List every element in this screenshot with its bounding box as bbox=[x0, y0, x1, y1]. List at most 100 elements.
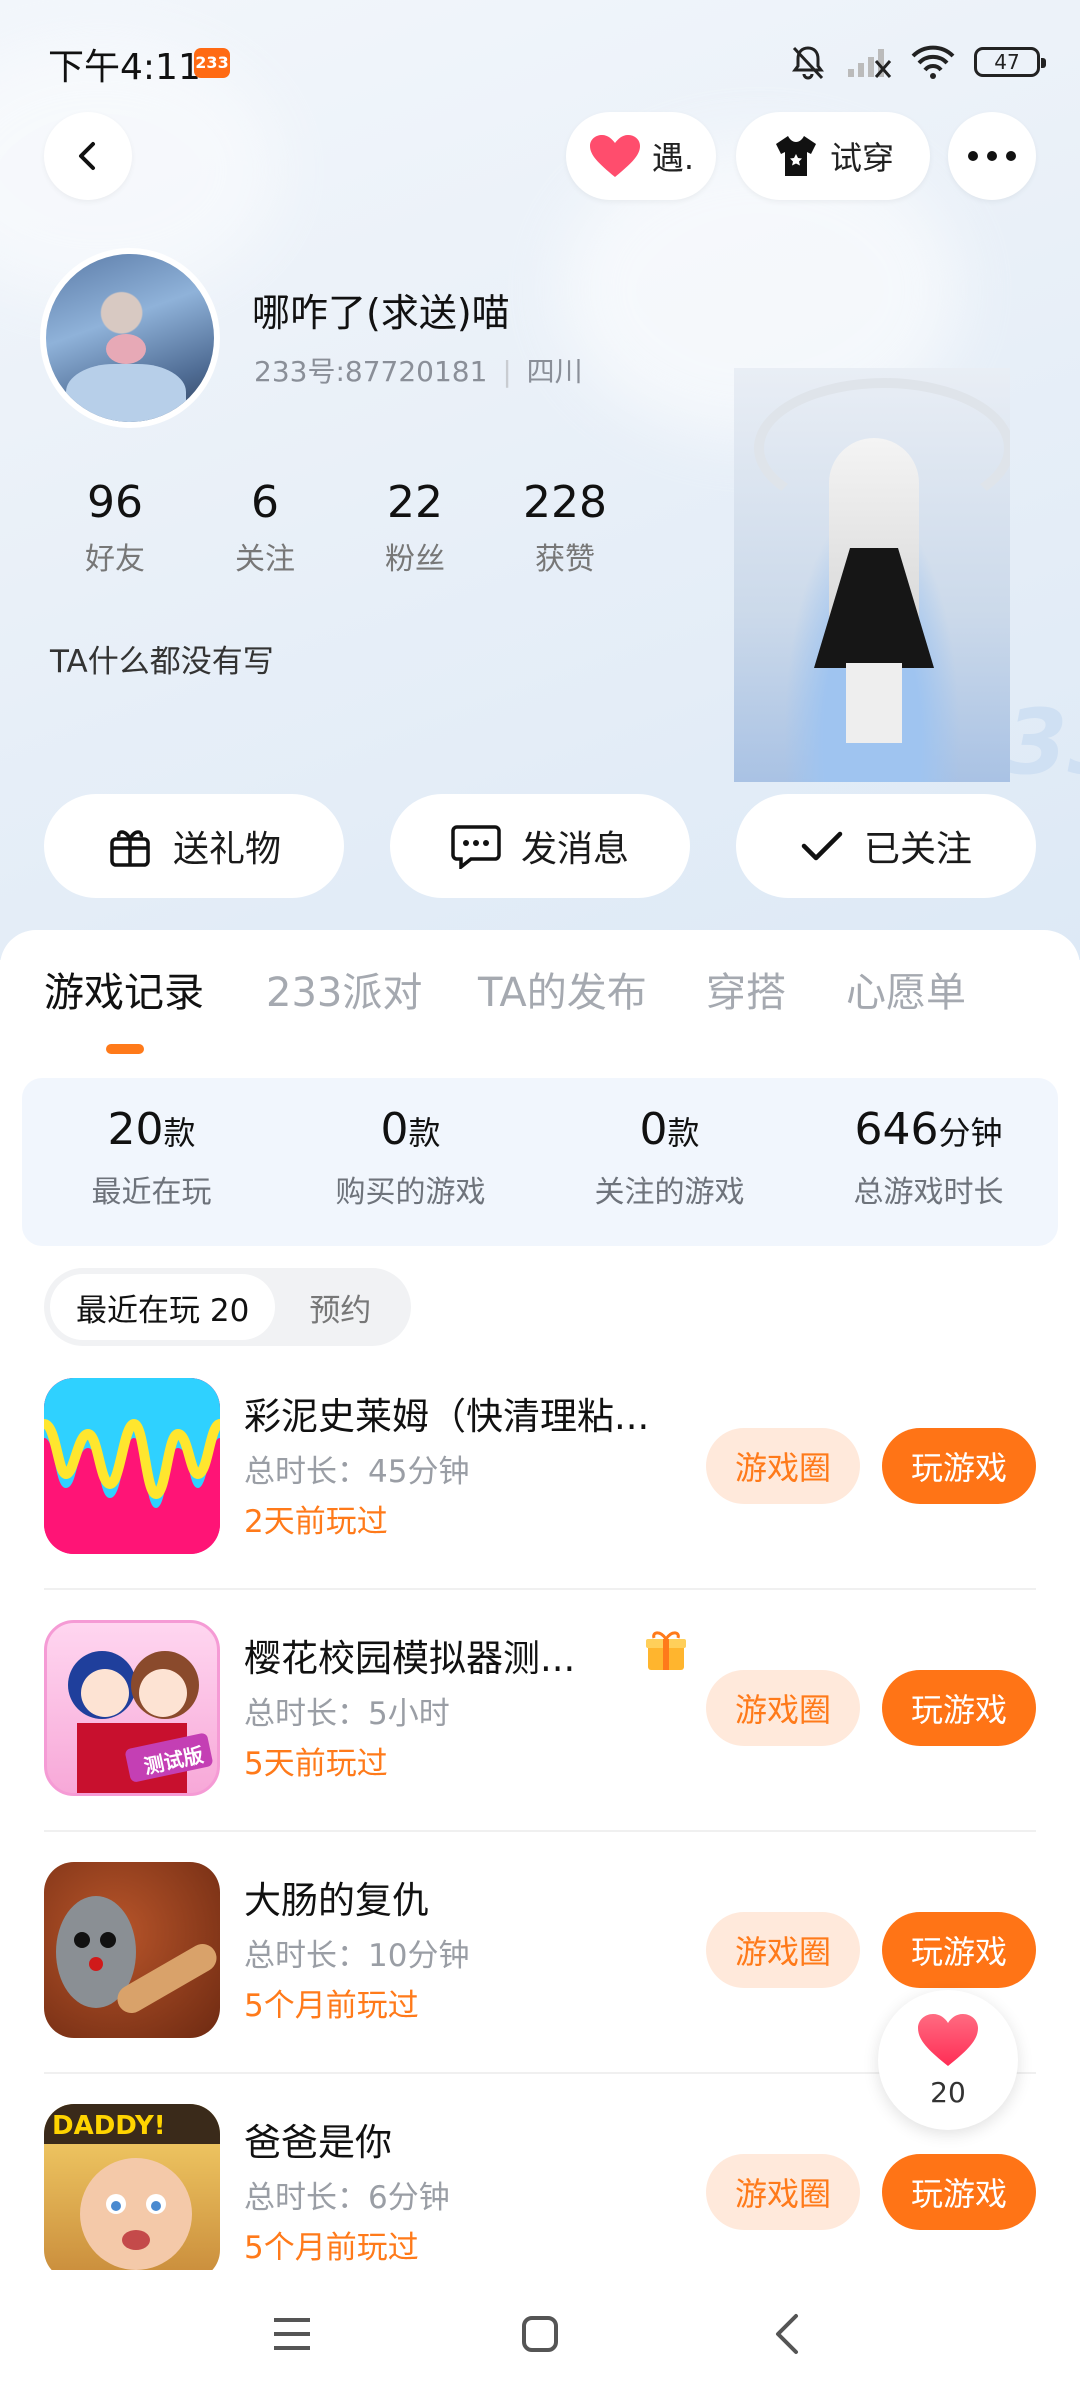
encounter-button[interactable]: 遇. bbox=[566, 112, 716, 200]
status-time: 下午4:11 bbox=[48, 47, 201, 88]
game-title: 樱花校园模拟器测... bbox=[244, 1637, 576, 1680]
game-icon[interactable] bbox=[44, 1378, 220, 1554]
gift-icon bbox=[110, 830, 150, 867]
summary-total-time[interactable]: 646分钟 总游戏时长 bbox=[799, 1078, 1058, 1246]
game-list-item[interactable]: 彩泥史莱姆（快清理粘... 总时长：45分钟 2天前玩过 游戏圈 玩游戏 bbox=[0, 1378, 1080, 1608]
game-title: 大肠的复仇 bbox=[244, 1879, 429, 1922]
game-last-played: 5个月前玩过 bbox=[244, 2230, 419, 2266]
play-game-button[interactable]: 玩游戏 bbox=[882, 2154, 1036, 2230]
play-game-button[interactable]: 玩游戏 bbox=[882, 1428, 1036, 1504]
try-on-label: 试穿 bbox=[829, 139, 894, 177]
back-nav-icon[interactable] bbox=[772, 2312, 802, 2356]
avatar-3d-figure[interactable] bbox=[734, 368, 1010, 782]
background-watermark: 33 bbox=[1005, 690, 1080, 795]
summary-label: 购买的游戏 bbox=[335, 1175, 486, 1210]
send-gift-button[interactable]: 送礼物 bbox=[44, 794, 344, 898]
menu-icon[interactable] bbox=[270, 2314, 314, 2354]
stat-fans[interactable]: 22 粉丝 bbox=[340, 474, 490, 578]
game-summary-card: 20款 最近在玩 0款 购买的游戏 0款 关注的游戏 646分钟 总游戏时长 bbox=[22, 1078, 1058, 1246]
followed-button[interactable]: 已关注 bbox=[736, 794, 1036, 898]
game-circle-button[interactable]: 游戏圈 bbox=[706, 1428, 860, 1504]
mute-bell-icon bbox=[792, 46, 824, 80]
wifi-icon bbox=[911, 45, 955, 79]
play-game-button[interactable]: 玩游戏 bbox=[882, 1912, 1036, 1988]
more-button[interactable] bbox=[948, 112, 1036, 200]
heart-icon bbox=[589, 135, 640, 177]
active-tab-indicator bbox=[106, 1044, 144, 1054]
play-game-button[interactable]: 玩游戏 bbox=[882, 1670, 1036, 1746]
chat-bubble-icon bbox=[451, 825, 501, 869]
tab-outfits[interactable]: 穿搭 bbox=[706, 960, 786, 1018]
stat-following[interactable]: 6 关注 bbox=[190, 474, 340, 578]
game-last-played: 5天前玩过 bbox=[244, 1746, 388, 1782]
game-icon[interactable]: 测试版 bbox=[44, 1620, 220, 1796]
profile-stats: 96 好友 6 关注 22 粉丝 228 获赞 bbox=[40, 474, 640, 578]
game-last-played: 2天前玩过 bbox=[244, 1504, 388, 1540]
summary-purchased[interactable]: 0款 购买的游戏 bbox=[281, 1078, 540, 1246]
summary-value: 0 bbox=[639, 1104, 668, 1155]
profile-tabs: 游戏记录 233派对 TA的发布 穿搭 心愿单 bbox=[0, 960, 1080, 1040]
back-button[interactable] bbox=[44, 112, 132, 200]
like-count: 20 bbox=[930, 2076, 966, 2109]
game-icon[interactable] bbox=[44, 1862, 220, 2038]
stat-friends[interactable]: 96 好友 bbox=[40, 474, 190, 578]
game-icon-badge: DADDY! bbox=[52, 2111, 166, 2141]
user-id-line: 233号:87720181 | 四川 bbox=[254, 355, 583, 388]
tab-wishlist[interactable]: 心愿单 bbox=[846, 960, 966, 1018]
summary-label: 总游戏时长 bbox=[853, 1175, 1004, 1210]
heart-icon bbox=[918, 2014, 978, 2066]
gift-box-icon bbox=[646, 1631, 686, 1670]
summary-unit: 款 bbox=[667, 1114, 700, 1152]
send-message-label: 发消息 bbox=[520, 829, 629, 870]
user-location: 四川 bbox=[526, 355, 583, 388]
stat-value: 6 bbox=[251, 477, 279, 528]
home-icon[interactable] bbox=[520, 2314, 560, 2354]
game-list-item[interactable]: 测试版 樱花校园模拟器测... 总时长：5小时 5天前玩过 游戏圈 玩游戏 bbox=[0, 1620, 1080, 1850]
tab-posts[interactable]: TA的发布 bbox=[478, 960, 647, 1018]
summary-unit: 款 bbox=[163, 1114, 196, 1152]
summary-value: 646 bbox=[854, 1104, 939, 1155]
more-dots-icon bbox=[968, 151, 1016, 161]
summary-recent[interactable]: 20款 最近在玩 bbox=[22, 1078, 281, 1246]
stat-value: 22 bbox=[387, 477, 443, 528]
game-list-segment: 最近在玩 20 预约 bbox=[44, 1268, 412, 1346]
checkmark-icon bbox=[801, 831, 843, 861]
game-duration: 总时长：45分钟 bbox=[244, 1454, 470, 1490]
stat-label: 关注 bbox=[235, 542, 295, 577]
user-nickname: 哪咋了(求送)喵 bbox=[252, 291, 510, 335]
summary-value: 0 bbox=[380, 1104, 409, 1155]
segment-reservations[interactable]: 预约 bbox=[275, 1285, 405, 1330]
app-notification-badge: 233 bbox=[194, 48, 230, 78]
stat-likes[interactable]: 228 获赞 bbox=[490, 474, 640, 578]
send-message-button[interactable]: 发消息 bbox=[390, 794, 690, 898]
game-list-item[interactable]: DADDY! 爸爸是你 总时长：6分钟 5个月前玩过 游戏圈 玩游戏 bbox=[0, 2104, 1080, 2270]
divider bbox=[44, 1830, 1036, 1832]
game-circle-button[interactable]: 游戏圈 bbox=[706, 2154, 860, 2230]
status-bar: 下午4:11 233 47 bbox=[0, 0, 1080, 120]
divider bbox=[44, 1588, 1036, 1590]
user-uid: 233号:87720181 bbox=[254, 355, 488, 388]
game-circle-button[interactable]: 游戏圈 bbox=[706, 1912, 860, 1988]
tab-233-party[interactable]: 233派对 bbox=[266, 960, 422, 1018]
segment-recent-playing[interactable]: 最近在玩 20 bbox=[50, 1274, 276, 1340]
summary-followed[interactable]: 0款 关注的游戏 bbox=[540, 1078, 799, 1246]
game-circle-button[interactable]: 游戏圈 bbox=[706, 1670, 860, 1746]
battery-icon: 47 bbox=[974, 47, 1046, 77]
game-last-played: 5个月前玩过 bbox=[244, 1988, 419, 2024]
summary-unit: 分钟 bbox=[938, 1114, 1003, 1152]
floating-like-button[interactable]: 20 bbox=[878, 1990, 1018, 2130]
system-navigation-bar bbox=[0, 2270, 1080, 2400]
game-duration: 总时长：6分钟 bbox=[244, 2180, 450, 2216]
game-title: 彩泥史莱姆（快清理粘... bbox=[244, 1395, 650, 1438]
game-title: 爸爸是你 bbox=[244, 2121, 392, 2164]
signal-icon bbox=[848, 49, 892, 78]
user-bio: TA什么都没有写 bbox=[50, 644, 274, 680]
try-on-button[interactable]: 试穿 bbox=[736, 112, 930, 200]
encounter-label: 遇. bbox=[651, 139, 695, 177]
user-avatar[interactable] bbox=[40, 248, 220, 428]
summary-unit: 款 bbox=[408, 1114, 441, 1152]
stat-label: 获赞 bbox=[535, 542, 595, 577]
tab-game-records[interactable]: 游戏记录 bbox=[44, 960, 204, 1018]
stat-label: 好友 bbox=[85, 542, 145, 577]
game-icon[interactable]: DADDY! bbox=[44, 2104, 220, 2270]
